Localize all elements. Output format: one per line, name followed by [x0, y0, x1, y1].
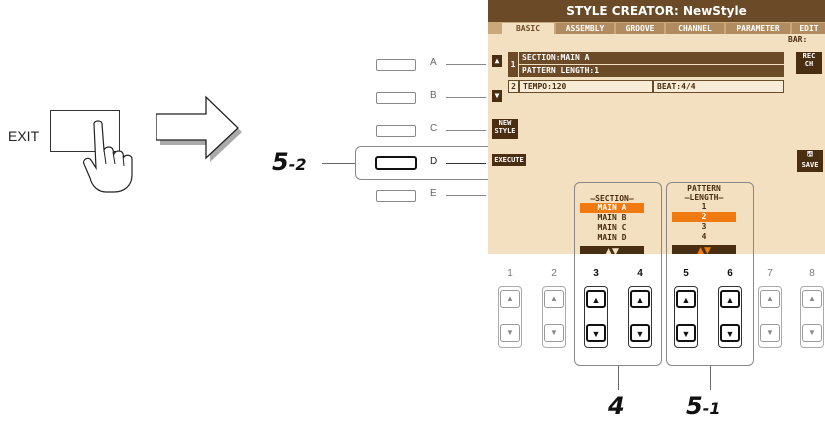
up-button-2[interactable]: ▲ — [544, 290, 564, 308]
save-button[interactable]: 🖫 SAVE — [797, 150, 823, 172]
up-button-1[interactable]: ▲ — [500, 290, 520, 308]
style-label: STYLE — [494, 127, 516, 135]
down-button-2[interactable]: ▼ — [544, 324, 564, 342]
panel-label-d: D — [430, 156, 438, 167]
panel-button-a[interactable] — [376, 59, 416, 71]
step-4-callout: 4 — [608, 392, 625, 420]
panel-label-c: C — [430, 123, 438, 134]
leader-line — [446, 64, 486, 65]
button-number-1: 1 — [507, 268, 513, 279]
tab-channel[interactable]: CHANNEL — [666, 23, 724, 34]
up-button-5[interactable]: ▲ — [676, 290, 696, 308]
down-button-1[interactable]: ▼ — [500, 324, 520, 342]
leader-line — [446, 97, 486, 98]
right-arrow-icon — [156, 95, 242, 162]
down-arrow-icon[interactable]: ▼ — [492, 90, 502, 102]
leader-line — [710, 366, 711, 390]
section-field[interactable]: SECTION:MAIN A — [519, 52, 784, 64]
leader-line — [446, 130, 486, 131]
panel-button-e[interactable] — [376, 190, 416, 202]
row-number-1: 1 — [508, 52, 518, 77]
save-icon: 🖫 — [807, 150, 813, 158]
down-button-7[interactable]: ▼ — [760, 324, 780, 342]
up-button-7[interactable]: ▲ — [760, 290, 780, 308]
tab-basic[interactable]: BASIC — [502, 23, 554, 34]
down-button-5[interactable]: ▼ — [676, 324, 696, 342]
leader-line — [446, 163, 486, 164]
tab-groove[interactable]: GROOVE — [616, 23, 664, 34]
exit-label: EXIT — [8, 128, 40, 144]
up-button-8[interactable]: ▲ — [802, 290, 822, 308]
tab-edit[interactable]: EDIT — [792, 23, 825, 34]
panel-button-c[interactable] — [376, 125, 416, 137]
row-number-2: 2 — [508, 80, 519, 93]
panel-button-b[interactable] — [376, 92, 416, 104]
execute-button[interactable]: EXECUTE — [492, 154, 526, 166]
save-label: SAVE — [801, 161, 819, 169]
tab-assembly[interactable]: ASSEMBLY — [556, 23, 614, 34]
step-substep: -2 — [288, 155, 307, 174]
step-substep: -1 — [702, 399, 721, 418]
up-arrow-icon[interactable]: ▲ — [492, 55, 502, 67]
leader-line — [322, 163, 355, 164]
panel-button-d[interactable] — [375, 156, 417, 170]
button-number-3: 3 — [593, 268, 599, 279]
ch-label: CH — [804, 60, 814, 68]
pattern-length-field[interactable]: PATTERN LENGTH:1 — [519, 65, 784, 77]
rec-label: REC — [802, 52, 816, 60]
button-number-6: 6 — [727, 268, 733, 279]
step-5-1-callout: 5-1 — [686, 392, 720, 420]
pointing-hand-icon — [83, 120, 133, 193]
up-button-3[interactable]: ▲ — [586, 290, 606, 308]
panel-label-a: A — [430, 57, 437, 68]
button-number-2: 2 — [551, 268, 557, 279]
new-label: NEW — [498, 119, 512, 127]
tab-parameter[interactable]: PARAMETER — [726, 23, 790, 34]
tempo-field[interactable]: TEMPO:120 — [519, 80, 653, 93]
down-button-8[interactable]: ▼ — [802, 324, 822, 342]
leader-line — [618, 366, 619, 390]
new-style-button[interactable]: NEW STYLE — [492, 119, 518, 139]
rec-ch-button[interactable]: REC CH — [796, 52, 822, 74]
step-number: 5 — [686, 392, 703, 420]
up-button-4[interactable]: ▲ — [630, 290, 650, 308]
button-number-5: 5 — [683, 268, 689, 279]
button-number-4: 4 — [637, 268, 643, 279]
step-number: 5 — [272, 148, 289, 176]
screen-title: STYLE CREATOR: NewStyle — [488, 0, 825, 22]
down-button-3[interactable]: ▼ — [586, 324, 606, 342]
panel-label-b: B — [430, 90, 437, 101]
down-button-6[interactable]: ▼ — [720, 324, 740, 342]
button-number-7: 7 — [767, 268, 773, 279]
step-5-2-callout: 5-2 — [272, 148, 306, 176]
up-button-6[interactable]: ▲ — [720, 290, 740, 308]
down-button-4[interactable]: ▼ — [630, 324, 650, 342]
bar-label: BAR: — [788, 35, 808, 44]
beat-field[interactable]: BEAT:4/4 — [653, 80, 784, 93]
panel-label-e: E — [430, 188, 437, 199]
button-number-8: 8 — [809, 268, 815, 279]
tab-bar: BASIC ASSEMBLY GROOVE CHANNEL PARAMETER … — [488, 22, 825, 34]
leader-line — [446, 195, 486, 196]
step-number: 4 — [608, 392, 625, 420]
